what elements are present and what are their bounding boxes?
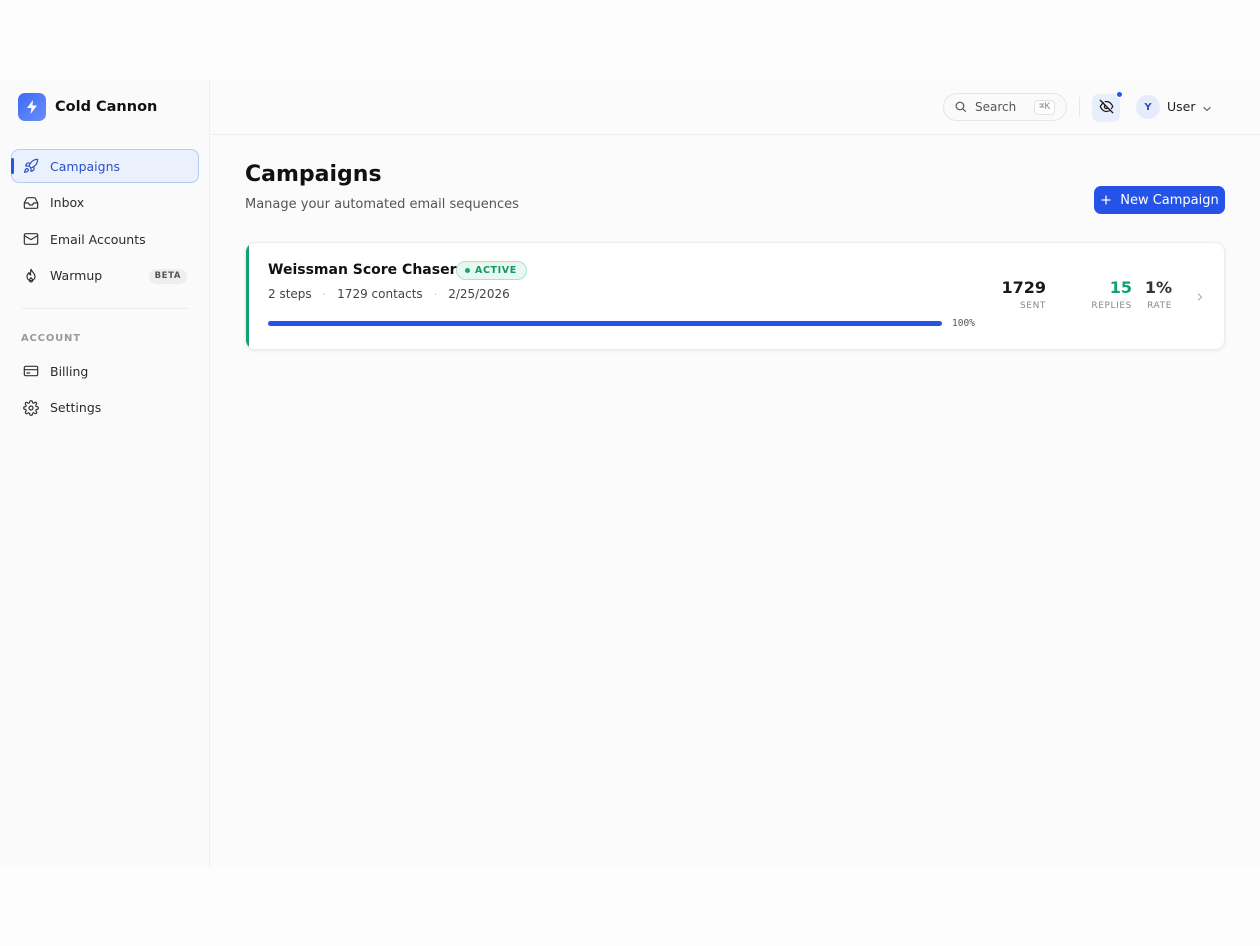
search-label: Search [975, 100, 1017, 114]
main-content: Search ⌘K Y User Campaigns Manage your a… [210, 80, 1260, 867]
campaign-steps: 2 steps [268, 287, 312, 301]
inbox-icon [23, 195, 39, 211]
top-bar: Search ⌘K Y User [210, 80, 1260, 135]
sidebar-item-billing[interactable]: Billing [11, 354, 199, 388]
privacy-toggle-button[interactable] [1092, 91, 1123, 122]
sidebar-item-label: Warmup [50, 268, 103, 283]
search-shortcut: ⌘K [1034, 100, 1055, 115]
status-badge: ACTIVE [456, 261, 527, 280]
sidebar-item-inbox[interactable]: Inbox [11, 186, 199, 220]
search-button[interactable]: Search ⌘K [943, 93, 1067, 121]
status-dot [465, 268, 470, 273]
campaign-name: Weissman Score Chasers [268, 262, 465, 278]
brand-name: Cold Cannon [55, 99, 158, 115]
campaign-meta: 2 steps · 1729 contacts · 2/25/2026 [268, 287, 510, 301]
rocket-icon [23, 158, 39, 174]
new-campaign-button[interactable]: New Campaign [1094, 186, 1225, 214]
stat-label: REPLIES [1091, 301, 1132, 311]
bolt-icon [18, 93, 46, 121]
stat-sent: 1729 SENT [986, 278, 1046, 311]
stat-replies: 15 REPLIES [1064, 278, 1132, 311]
stat-value: 15 [1109, 278, 1132, 297]
main-nav: Campaigns Inbox Email Accounts Warmup BE… [11, 149, 199, 295]
stat-rate: 1% RATE [1132, 278, 1172, 311]
topbar-divider [1079, 97, 1080, 117]
meta-separator: · [322, 287, 327, 301]
sidebar-item-settings[interactable]: Settings [11, 391, 199, 425]
page-title: Campaigns [245, 162, 382, 187]
brand[interactable]: Cold Cannon [18, 93, 157, 121]
user-menu-name[interactable]: User [1167, 99, 1196, 114]
search-icon [954, 98, 967, 117]
sidebar-item-label: Inbox [50, 195, 85, 210]
campaign-date: 2/25/2026 [448, 287, 510, 301]
plus-icon [1100, 194, 1112, 206]
eye-off-icon [1099, 99, 1114, 118]
new-campaign-label: New Campaign [1120, 192, 1219, 208]
sidebar-item-campaigns[interactable]: Campaigns [11, 149, 199, 183]
gear-icon [23, 399, 39, 416]
beta-badge: BETA [148, 268, 187, 284]
sidebar-divider [22, 308, 188, 309]
sidebar-item-email-accounts[interactable]: Email Accounts [11, 222, 199, 256]
sidebar-item-label: Settings [50, 400, 102, 415]
credit-card-icon [23, 363, 39, 379]
mail-icon [23, 231, 39, 247]
progress-label: 100% [952, 318, 975, 329]
meta-separator: · [433, 287, 438, 301]
campaign-card[interactable]: Weissman Score Chasers ACTIVE 2 steps · … [245, 242, 1225, 350]
stat-value: 1729 [1001, 278, 1046, 297]
progress-bar [268, 321, 942, 326]
sidebar-item-label: Email Accounts [50, 231, 146, 247]
sidebar-item-warmup[interactable]: Warmup BETA [11, 259, 199, 293]
chevron-down-icon[interactable] [1201, 100, 1213, 119]
sidebar-item-label: Billing [50, 363, 89, 379]
avatar[interactable]: Y [1136, 95, 1160, 119]
section-label-account: ACCOUNT [21, 333, 81, 344]
account-nav: Billing Settings [11, 354, 199, 427]
notification-dot [1116, 91, 1123, 98]
app-window: Cold Cannon Campaigns Inbox Email Accoun… [0, 80, 1260, 867]
status-text: ACTIVE [475, 265, 517, 276]
flame-icon [23, 268, 39, 284]
campaign-contacts: 1729 contacts [337, 287, 423, 301]
chevron-right-icon[interactable] [1194, 288, 1206, 307]
sidebar-item-label: Campaigns [50, 158, 121, 174]
page-subtitle: Manage your automated email sequences [245, 197, 519, 212]
stat-label: RATE [1147, 301, 1172, 311]
stat-value: 1% [1144, 278, 1172, 297]
sidebar: Cold Cannon Campaigns Inbox Email Accoun… [0, 80, 210, 867]
progress-fill [268, 321, 942, 326]
stat-label: SENT [1019, 301, 1046, 311]
